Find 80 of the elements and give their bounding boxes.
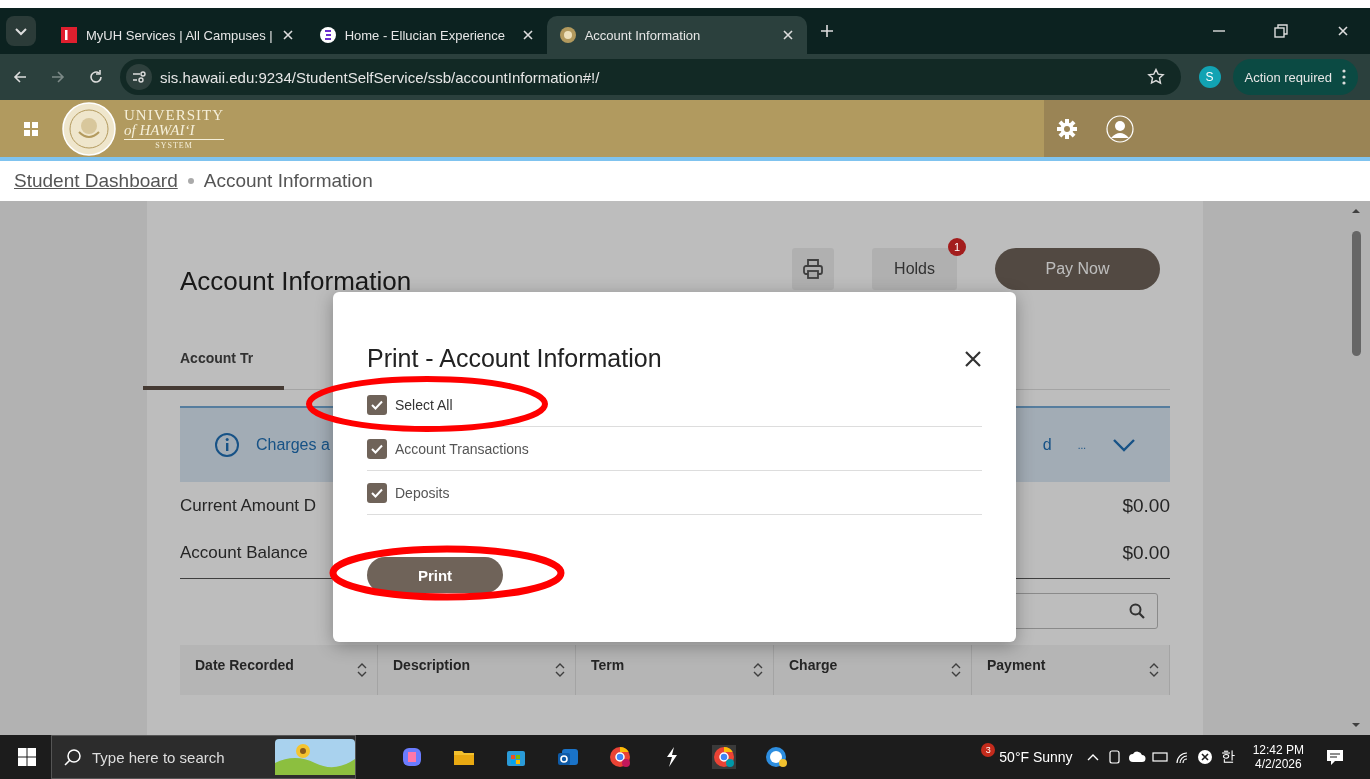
count-badge: 1 — [948, 238, 966, 256]
column-header[interactable]: Description — [378, 645, 576, 695]
amount-value: $0.00 — [1122, 541, 1170, 564]
tab-title: Account Information — [584, 27, 702, 43]
browser-tab[interactable]: Home - Ellucian Experience — [306, 16, 547, 54]
breadcrumb-current: Account Information — [203, 170, 373, 192]
browser-icon[interactable] — [712, 745, 736, 769]
checkbox-option[interactable]: Account Transactions — [367, 427, 982, 471]
checkbox[interactable] — [367, 394, 387, 415]
favicon-icon — [318, 26, 337, 44]
close-icon[interactable] — [520, 28, 535, 42]
checkbox[interactable] — [367, 438, 387, 459]
sort-icon — [951, 662, 961, 678]
column-header[interactable]: Charge — [774, 645, 972, 695]
close-icon[interactable] — [1336, 24, 1350, 38]
logo-text: SYSTEM — [154, 141, 194, 150]
count-badge: 3 — [981, 743, 996, 757]
checkbox[interactable] — [367, 482, 387, 503]
back-icon[interactable] — [12, 69, 28, 85]
sort-icon — [357, 662, 367, 678]
logo-text: of HAWAIʻI — [124, 122, 224, 140]
settings-icon[interactable] — [1056, 117, 1078, 140]
action-required-button[interactable]: Action required — [1232, 59, 1358, 95]
favicon-icon — [558, 26, 577, 44]
tab-title: MyUH Services | All Campuses | — [86, 27, 273, 43]
checkbox-option[interactable]: Deposits — [367, 471, 982, 515]
separator-dot-icon — [187, 178, 194, 184]
tab-title: Home - Ellucian Experience — [344, 27, 507, 43]
column-header[interactable]: Term — [576, 645, 774, 695]
sort-icon — [753, 662, 763, 678]
reload-icon[interactable] — [88, 69, 104, 85]
weather-widget[interactable]: 50°F Sunny — [999, 749, 1073, 765]
search-icon — [1129, 603, 1145, 619]
column-header[interactable]: Payment — [972, 645, 1170, 695]
browser-icon[interactable] — [608, 745, 632, 769]
taskbar-search-field[interactable]: Type here to search — [51, 735, 356, 779]
restore-icon[interactable] — [1274, 24, 1288, 38]
print-button[interactable] — [792, 248, 835, 290]
checkbox-option[interactable]: Select All — [367, 383, 982, 427]
favicon-icon — [60, 26, 78, 44]
clock-date[interactable]: 4/2/2026 — [1254, 757, 1302, 771]
tab-search-button[interactable] — [6, 16, 36, 46]
clock-time[interactable]: 12:42 PM — [1252, 743, 1304, 757]
dialog-title: Print - Account Information — [367, 344, 662, 373]
forward-icon — [50, 69, 66, 85]
new-tab-icon[interactable] — [818, 23, 835, 39]
logo-text: UNIVERSITY — [124, 107, 224, 123]
column-header[interactable]: Date Recorded — [180, 645, 378, 695]
browser-tab[interactable]: MyUH Services | All Campuses | — [48, 16, 307, 54]
search-icon — [64, 748, 82, 766]
sort-icon — [555, 662, 565, 678]
star-icon[interactable] — [1146, 68, 1165, 86]
amount-label: Account Balance — [180, 542, 308, 563]
close-icon[interactable] — [964, 349, 982, 368]
notifications-icon[interactable] — [1326, 748, 1344, 766]
user-avatar-icon[interactable] — [1106, 114, 1134, 143]
info-text: d — [1042, 436, 1052, 454]
pay-now-button[interactable]: Pay Now — [995, 248, 1160, 290]
close-icon[interactable] — [280, 28, 295, 42]
chevron-down-icon[interactable] — [1112, 438, 1136, 452]
more-icon — [1342, 69, 1346, 85]
browser-tab[interactable]: Account Information — [546, 16, 807, 54]
site-settings-icon[interactable] — [126, 64, 152, 90]
info-text: Charges a — [256, 436, 330, 454]
print-button[interactable]: Print — [367, 557, 503, 593]
ellipsis-text: ... — [1077, 439, 1086, 451]
amount-label: Current Amount D — [180, 495, 317, 516]
printer-icon — [802, 258, 825, 280]
breadcrumb-link[interactable]: Student Dashboard — [14, 170, 178, 192]
page-tab[interactable]: Account Tr — [143, 339, 284, 390]
input-method-indicator[interactable]: 한 — [1220, 748, 1235, 766]
windows-start-icon[interactable] — [18, 748, 36, 766]
page-title: Account Information — [180, 266, 412, 297]
sort-icon — [1149, 662, 1159, 678]
app-grid-icon[interactable] — [24, 121, 38, 136]
info-icon — [214, 432, 240, 458]
url-text: sis.hawaii.edu:9234/StudentSelfService/ssb/accountInformation#!/ — [160, 68, 600, 86]
close-icon[interactable] — [780, 28, 795, 42]
amount-value: $0.00 — [1122, 494, 1170, 517]
address-bar[interactable]: sis.hawaii.edu:9234/StudentSelfService/ssb/accountInformation#!/ — [120, 59, 1181, 95]
